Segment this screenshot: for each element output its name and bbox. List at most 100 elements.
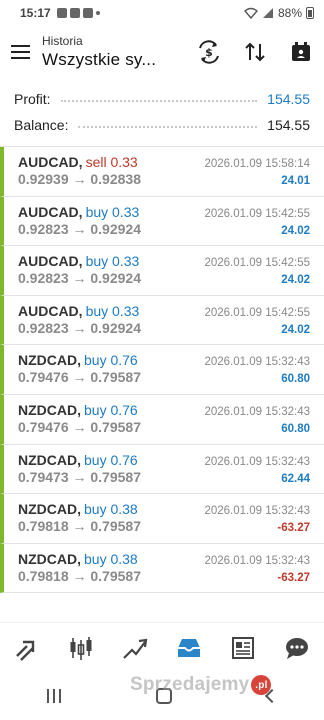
trade-side: buy 0.33 bbox=[85, 203, 140, 220]
trade-profit: 24.01 bbox=[281, 175, 310, 187]
trade-profit: 60.80 bbox=[281, 422, 310, 435]
trade-prices: 0.79818 → 0.79587 bbox=[18, 567, 141, 584]
trade-prices: 0.79818 → 0.79587 bbox=[18, 518, 141, 535]
page-title: Wszystkie sy... bbox=[42, 50, 157, 69]
trade-side: sell 0.33 bbox=[85, 154, 138, 170]
balance-value: 154.55 bbox=[267, 117, 310, 133]
trade-time: 2026.01.09 15:32:43 bbox=[204, 554, 310, 567]
trade-side: buy 0.76 bbox=[84, 451, 138, 468]
trade-row[interactable]: NZDCAD, buy 0.76 2026.01.09 15:32:43 0.7… bbox=[0, 444, 324, 495]
trade-time: 2026.01.09 15:42:55 bbox=[204, 306, 310, 319]
dotted-leader bbox=[78, 126, 258, 128]
svg-text:$: $ bbox=[205, 46, 213, 59]
wifi-icon bbox=[243, 7, 258, 19]
trade-symbol: NZDCAD, bbox=[18, 501, 81, 518]
trade-profit: 62.44 bbox=[281, 472, 310, 485]
dotted-leader bbox=[60, 100, 258, 102]
trade-profit: 60.80 bbox=[281, 373, 310, 386]
trade-time: 2026.01.09 15:32:43 bbox=[204, 356, 310, 369]
trade-symbol: NZDCAD, bbox=[18, 550, 81, 567]
trade-prices: 0.79473 → 0.79587 bbox=[18, 468, 141, 485]
nav-news[interactable] bbox=[221, 626, 265, 670]
trade-side: buy 0.33 bbox=[85, 302, 140, 319]
bottom-nav bbox=[0, 622, 324, 672]
nav-history[interactable] bbox=[167, 626, 211, 670]
app-header: Historia Wszystkie sy... $ bbox=[0, 26, 324, 78]
trade-row[interactable]: AUDCAD, buy 0.33 2026.01.09 15:42:55 0.9… bbox=[0, 246, 324, 296]
trade-side: buy 0.76 bbox=[84, 401, 138, 418]
clock: 15:17 bbox=[20, 6, 51, 20]
nav-chart[interactable] bbox=[59, 626, 103, 670]
calendar-icon bbox=[292, 42, 310, 61]
trade-side: buy 0.38 bbox=[84, 550, 138, 567]
profit-row: Profit: 154.55 bbox=[0, 86, 324, 112]
trade-time: 2026.01.09 15:42:55 bbox=[204, 257, 310, 270]
trade-time: 2026.01.09 15:32:43 bbox=[204, 505, 310, 518]
watermark-text: Sprzedajemy bbox=[130, 674, 250, 695]
trade-symbol: NZDCAD, bbox=[18, 401, 81, 418]
calendar-button[interactable] bbox=[278, 26, 324, 78]
trade-row[interactable]: AUDCAD, buy 0.33 2026.01.09 15:42:55 0.9… bbox=[0, 295, 324, 346]
trade-profit: -63.27 bbox=[277, 522, 310, 535]
trade-symbol: AUDCAD, bbox=[18, 253, 83, 270]
nav-quotes[interactable] bbox=[5, 626, 49, 670]
currency-exchange-icon: $ bbox=[199, 40, 219, 64]
profit-value: 154.55 bbox=[267, 91, 310, 107]
balance-row: Balance: 154.55 bbox=[0, 112, 324, 138]
trade-profit: 24.02 bbox=[281, 323, 310, 336]
trade-prices: 0.79476 → 0.79587 bbox=[18, 418, 141, 435]
battery-level: 88% bbox=[277, 6, 302, 20]
notification-icons bbox=[56, 8, 100, 18]
trade-profit: 24.02 bbox=[281, 274, 310, 287]
battery-icon bbox=[306, 7, 314, 19]
trade-list: AUDCAD, sell 0.33 2026.01.09 15:58:14 0.… bbox=[0, 146, 324, 594]
news-icon bbox=[232, 636, 254, 659]
history-icon bbox=[178, 638, 200, 657]
trade-symbol: AUDCAD, bbox=[18, 302, 83, 319]
trade-row[interactable]: NZDCAD, buy 0.38 2026.01.09 15:32:43 0.7… bbox=[0, 543, 324, 594]
title-block[interactable]: Historia Wszystkie sy... bbox=[40, 34, 186, 70]
trade-prices: 0.92823 → 0.92924 bbox=[18, 270, 141, 287]
trade-icon bbox=[123, 638, 148, 659]
dot-icon bbox=[95, 11, 100, 15]
nav-messages[interactable] bbox=[275, 626, 319, 670]
sort-button[interactable] bbox=[232, 26, 278, 78]
trade-symbol: NZDCAD, bbox=[18, 451, 81, 468]
trade-time: 2026.01.09 15:32:43 bbox=[204, 455, 310, 468]
watermark-badge: .pl bbox=[251, 675, 272, 695]
trade-prices: 0.92823 → 0.92924 bbox=[18, 319, 141, 336]
quotes-icon bbox=[16, 640, 35, 661]
sort-icon bbox=[245, 42, 265, 62]
trade-row[interactable]: NZDCAD, buy 0.76 2026.01.09 15:32:43 0.7… bbox=[0, 345, 324, 395]
nav-trade[interactable] bbox=[113, 626, 157, 670]
trade-time: 2026.01.09 15:58:14 bbox=[204, 158, 310, 170]
trade-side: buy 0.38 bbox=[84, 501, 138, 518]
trade-profit: -63.27 bbox=[277, 571, 310, 584]
profit-label: Profit: bbox=[14, 91, 51, 107]
trade-side: buy 0.33 bbox=[85, 253, 140, 270]
trade-time: 2026.01.09 15:32:43 bbox=[204, 405, 310, 418]
trade-row[interactable]: NZDCAD, buy 0.76 2026.01.09 15:32:43 0.7… bbox=[0, 394, 324, 445]
balance-label: Balance: bbox=[14, 117, 69, 133]
trade-prices: 0.79476 → 0.79587 bbox=[18, 369, 141, 386]
menu-icon[interactable] bbox=[0, 26, 40, 78]
recents-button[interactable] bbox=[47, 689, 62, 703]
photo-icon bbox=[69, 8, 80, 18]
trade-side: buy 0.76 bbox=[84, 352, 138, 369]
trade-symbol: AUDCAD, bbox=[18, 203, 83, 220]
chart-icon bbox=[70, 636, 92, 660]
trade-symbol: AUDCAD, bbox=[18, 154, 83, 170]
trade-row[interactable]: AUDCAD, sell 0.33 2026.01.09 15:58:14 0.… bbox=[0, 147, 324, 197]
currency-exchange-button[interactable]: $ bbox=[186, 26, 232, 78]
status-bar: 15:17 88% bbox=[0, 0, 324, 26]
system-icons: 88% bbox=[243, 6, 314, 20]
trade-row[interactable]: NZDCAD, buy 0.38 2026.01.09 15:32:43 0.7… bbox=[0, 494, 324, 544]
signal-icon bbox=[262, 8, 273, 18]
trade-row[interactable]: AUDCAD, buy 0.33 2026.01.09 15:42:55 0.9… bbox=[0, 196, 324, 247]
trade-time: 2026.01.09 15:42:55 bbox=[204, 207, 310, 220]
trade-prices: 0.92823 → 0.92924 bbox=[18, 220, 141, 237]
trade-profit: 24.02 bbox=[281, 224, 310, 237]
notification-icon bbox=[82, 8, 93, 18]
watermark-logo: Sprzedajemy .pl bbox=[130, 674, 272, 696]
messages-icon bbox=[286, 637, 308, 659]
